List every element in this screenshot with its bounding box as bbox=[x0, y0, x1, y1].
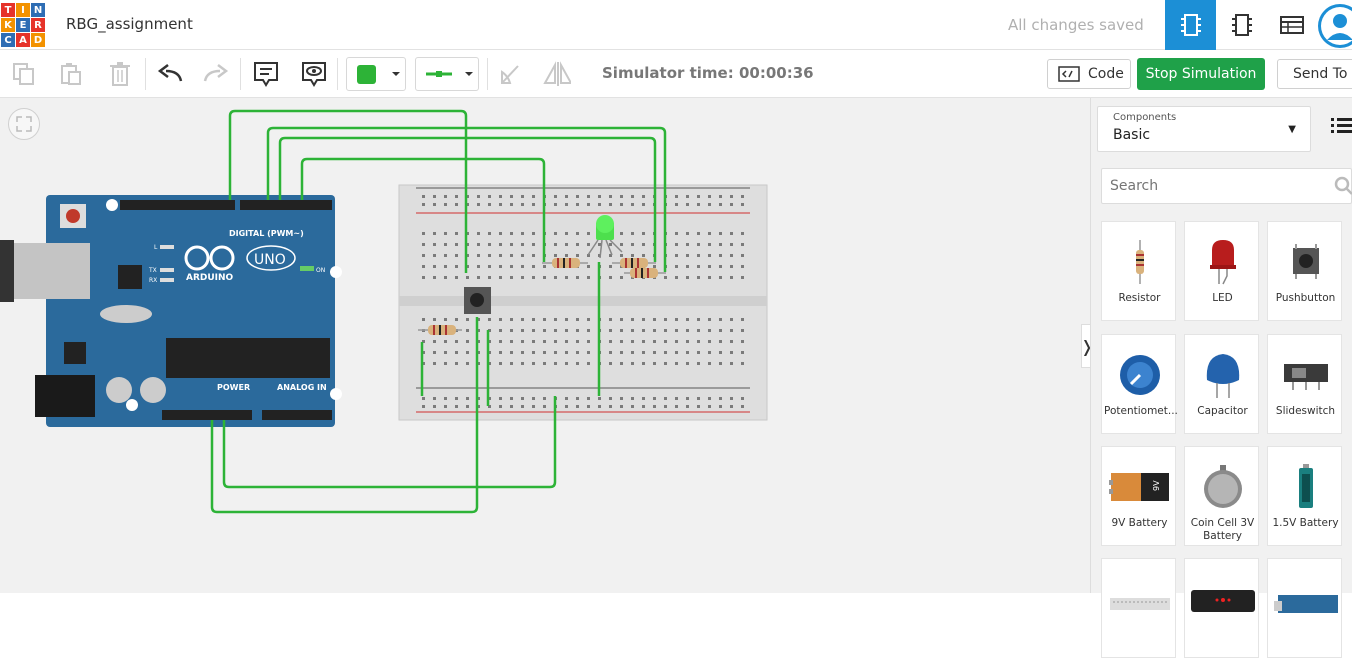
component-tile-9v-battery[interactable]: 9V 9V Battery bbox=[1101, 446, 1176, 546]
component-name: Pushbutton bbox=[1275, 292, 1336, 304]
pushbutton[interactable] bbox=[464, 287, 491, 314]
dropdown-caret-icon: ▼ bbox=[1288, 124, 1296, 135]
circuit-drawing: ARDUINO UNO DIGITAL (PWM~) POWER ANALOG … bbox=[0, 109, 768, 514]
tx-led-label: TX bbox=[148, 267, 157, 274]
component-name: Capacitor bbox=[1197, 405, 1248, 417]
svg-text:9V: 9V bbox=[1152, 480, 1161, 491]
code-button-label: Code bbox=[1088, 66, 1124, 82]
stop-simulation-button[interactable]: Stop Simulation bbox=[1137, 58, 1265, 90]
power-header bbox=[162, 410, 252, 420]
uno-model-text: UNO bbox=[254, 252, 286, 268]
component-tile-resistor[interactable]: Resistor bbox=[1101, 221, 1176, 321]
power-label: POWER bbox=[217, 383, 250, 392]
analog-in-label: ANALOG IN bbox=[277, 383, 327, 392]
battery-9v-icon: 9V bbox=[1108, 473, 1169, 501]
rx-led-label: RX bbox=[149, 277, 157, 284]
component-name: Resistor bbox=[1118, 292, 1161, 304]
component-tile-led[interactable]: LED bbox=[1184, 221, 1259, 321]
circuit-view-icon bbox=[1180, 14, 1201, 36]
digital-pwm-label: DIGITAL (PWM~) bbox=[229, 229, 304, 238]
components-dropdown-value: Basic bbox=[1113, 127, 1151, 143]
arduino-uno-board[interactable]: ARDUINO UNO DIGITAL (PWM~) POWER ANALOG … bbox=[0, 195, 342, 427]
user-avatar[interactable] bbox=[1318, 4, 1352, 48]
reset-button[interactable] bbox=[66, 209, 80, 223]
components-dropdown-label: Components bbox=[1113, 112, 1177, 123]
component-tile-capacitor[interactable]: Capacitor bbox=[1184, 334, 1259, 434]
capacitor-icon bbox=[1206, 354, 1239, 398]
circuit-view-button[interactable] bbox=[1165, 0, 1216, 50]
coin-cell-icon bbox=[1203, 465, 1242, 508]
component-name: Potentiomet... bbox=[1104, 405, 1178, 417]
schematic-view-button[interactable] bbox=[1216, 0, 1267, 50]
table-icon bbox=[1279, 16, 1304, 34]
component-tile-pushbutton[interactable]: Pushbutton bbox=[1267, 221, 1342, 321]
component-list-button[interactable] bbox=[1266, 0, 1317, 50]
resistor-icon bbox=[1135, 240, 1144, 284]
component-tile-coin-cell-battery[interactable]: Coin Cell 3V Battery bbox=[1184, 446, 1259, 546]
breadboard[interactable] bbox=[398, 184, 768, 421]
component-tile-potentiometer[interactable]: Potentiomet... bbox=[1101, 334, 1178, 434]
component-tile-1-5v-battery[interactable]: 1.5V Battery bbox=[1267, 446, 1342, 546]
digital-header-right bbox=[240, 200, 332, 210]
component-tile-slideswitch[interactable]: Slideswitch bbox=[1267, 334, 1342, 434]
battery-aa-icon bbox=[1298, 464, 1313, 508]
led-icon bbox=[1209, 240, 1236, 285]
on-led-label: ON bbox=[316, 267, 325, 274]
breadboard-icon bbox=[1109, 598, 1170, 610]
pushbutton-icon bbox=[1292, 244, 1319, 279]
potentiometer-icon bbox=[1119, 355, 1160, 395]
list-icon bbox=[1331, 118, 1352, 133]
digital-header-left bbox=[120, 200, 235, 210]
component-tile-arduino[interactable] bbox=[1267, 558, 1342, 658]
slideswitch-icon bbox=[1283, 364, 1328, 390]
list-view-button[interactable] bbox=[1331, 116, 1352, 139]
user-icon bbox=[1321, 7, 1352, 45]
atmega-chip bbox=[166, 338, 330, 378]
search-icon[interactable] bbox=[1334, 176, 1352, 196]
power-jack bbox=[35, 375, 95, 417]
component-name: LED bbox=[1212, 292, 1233, 304]
send-to-button[interactable]: Send To bbox=[1277, 59, 1352, 89]
component-name: Coin Cell 3V Battery bbox=[1190, 517, 1255, 542]
component-name: Slideswitch bbox=[1275, 405, 1336, 417]
component-tile-microbit[interactable] bbox=[1184, 558, 1259, 658]
arduino-brand-text: ARDUINO bbox=[186, 273, 234, 283]
component-search-input[interactable] bbox=[1102, 169, 1312, 203]
component-tile-breadboard[interactable] bbox=[1101, 558, 1176, 658]
components-dropdown[interactable]: Components Basic ▼ bbox=[1097, 106, 1311, 152]
component-name: 9V Battery bbox=[1111, 517, 1168, 529]
component-name: 1.5V Battery bbox=[1272, 517, 1339, 529]
analog-header bbox=[262, 410, 332, 420]
microbit-icon bbox=[1190, 590, 1255, 612]
component-search-box bbox=[1101, 168, 1352, 204]
schematic-view-icon bbox=[1231, 14, 1252, 36]
